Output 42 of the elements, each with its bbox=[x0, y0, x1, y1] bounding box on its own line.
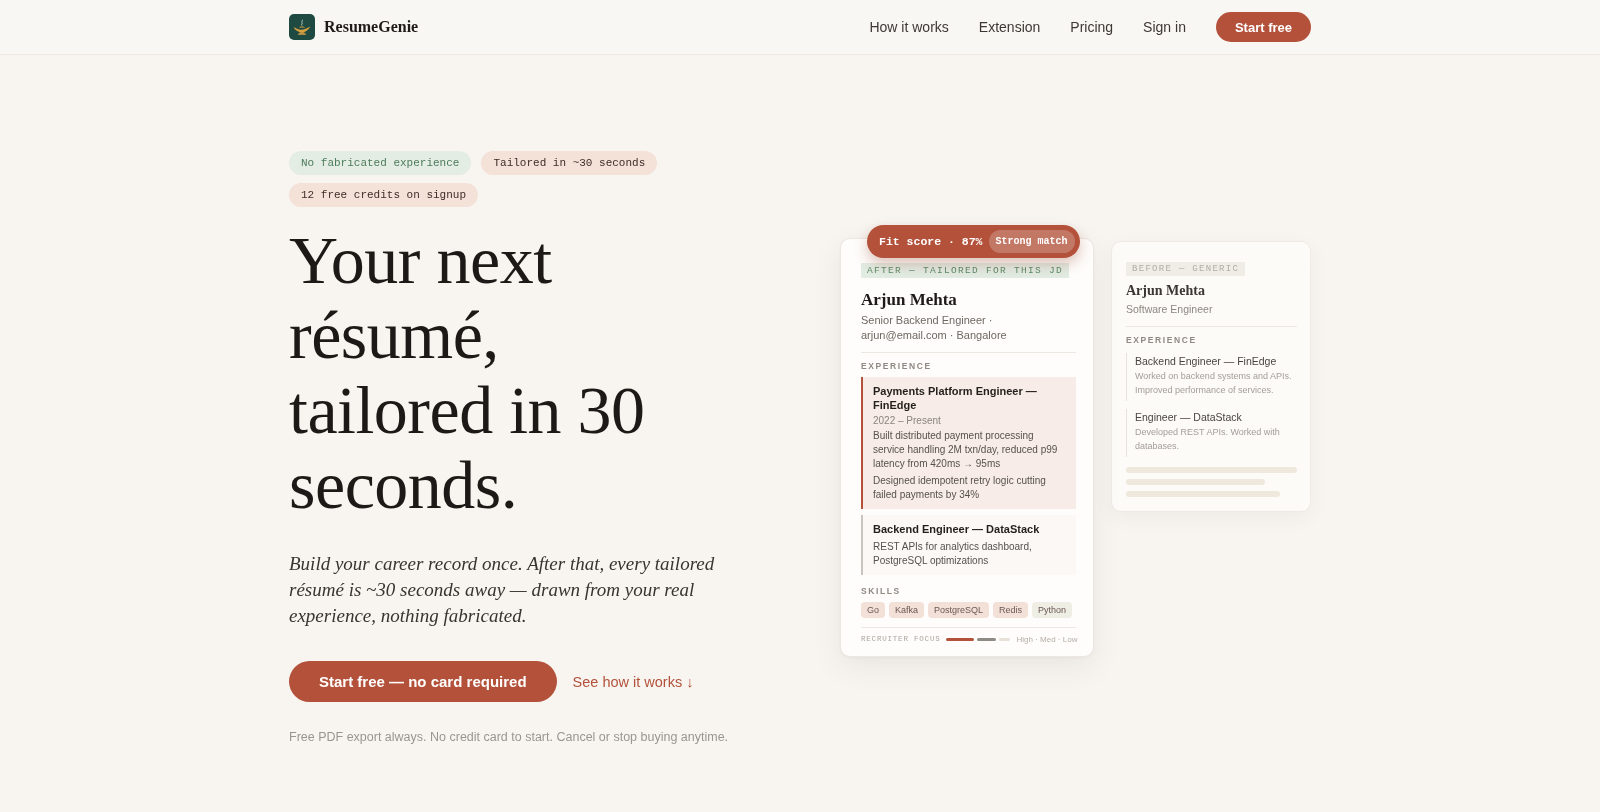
job-title: Backend Engineer — FinEdge bbox=[1135, 355, 1278, 368]
skill-chip: Redis bbox=[993, 601, 1029, 618]
match-badge: Strong match bbox=[988, 230, 1075, 254]
job-dates: 2022 – Present bbox=[873, 415, 942, 427]
nav-link[interactable]: How it works bbox=[869, 19, 949, 35]
skill-chip: Go bbox=[861, 601, 885, 618]
resume-name: Arjun Mehta bbox=[861, 290, 958, 311]
nav-link[interactable]: Pricing bbox=[1070, 19, 1114, 35]
job-description: Worked on backend systems and APIs. Improved performance of services. bbox=[1135, 370, 1293, 397]
job-title: Engineer — DataStack bbox=[1135, 411, 1243, 424]
resume-name: Arjun Mehta bbox=[1126, 283, 1206, 300]
resume-tag: BEFORE — GENERIC bbox=[1126, 262, 1246, 277]
skill-chip: Kafka bbox=[889, 601, 925, 618]
fit-score-text: Fit score · 87% bbox=[879, 235, 983, 249]
resume-tag: AFTER — TAILORED FOR THIS JD bbox=[861, 263, 1070, 279]
job-description: Developed REST APIs. Worked with databases. bbox=[1135, 426, 1281, 453]
skill-chip: Python bbox=[1032, 601, 1073, 618]
feature-badge: No fabricated experience bbox=[289, 151, 472, 175]
brand-name[interactable]: ResumeGenie bbox=[324, 18, 419, 36]
start-free-button[interactable]: Start free bbox=[1215, 12, 1311, 42]
hero-subtitle: Build your career record once. After that, every tailored résumé is ~30 seconds away — drawn from your real experience, nothing fabricated. bbox=[289, 552, 716, 628]
section-heading: SKILLS bbox=[861, 585, 902, 596]
skill-chip: PostgreSQL bbox=[928, 601, 990, 618]
start-free-button[interactable]: Start free — no card required bbox=[289, 661, 557, 702]
job-bullet: REST APIs for analytics dashboard, PostgreSQL optimizations bbox=[873, 539, 1033, 568]
job-bullet: Designed idempotent retry logic cutting failed payments by 34% bbox=[873, 474, 1047, 503]
resume-subtitle: Senior Backend Engineer · arjun@email.com · Bangalore bbox=[861, 313, 1008, 344]
resume-subtitle: Software Engineer bbox=[1126, 302, 1214, 318]
section-heading: EXPERIENCE bbox=[1126, 335, 1198, 346]
see-how-it-works-link[interactable]: See how it works ↓ bbox=[572, 673, 694, 690]
feature-badge: 12 free credits on signup bbox=[289, 183, 479, 207]
nav-link[interactable]: Sign in bbox=[1143, 19, 1186, 35]
footnote: Free PDF export always. No credit card to start. Cancel or stop buying anytime. bbox=[289, 730, 729, 744]
job-bullet: Built distributed payment processing service handling 2M txn/day, reduced p99 latency from 420ms → 95ms bbox=[873, 429, 1059, 472]
focus-legend: High · Med · Low bbox=[1016, 634, 1078, 644]
job-title: Backend Engineer — DataStack bbox=[873, 523, 1041, 537]
nav-link[interactable]: Extension bbox=[978, 19, 1041, 35]
feature-badge: Tailored in ~30 seconds bbox=[481, 151, 658, 175]
lamp-logo-icon bbox=[289, 14, 315, 40]
hero-headline: Your next résumé, tailored in 30 seconds. bbox=[289, 223, 646, 523]
section-heading: EXPERIENCE bbox=[861, 361, 933, 372]
job-title: Payments Platform Engineer — FinEdge bbox=[873, 385, 1038, 413]
